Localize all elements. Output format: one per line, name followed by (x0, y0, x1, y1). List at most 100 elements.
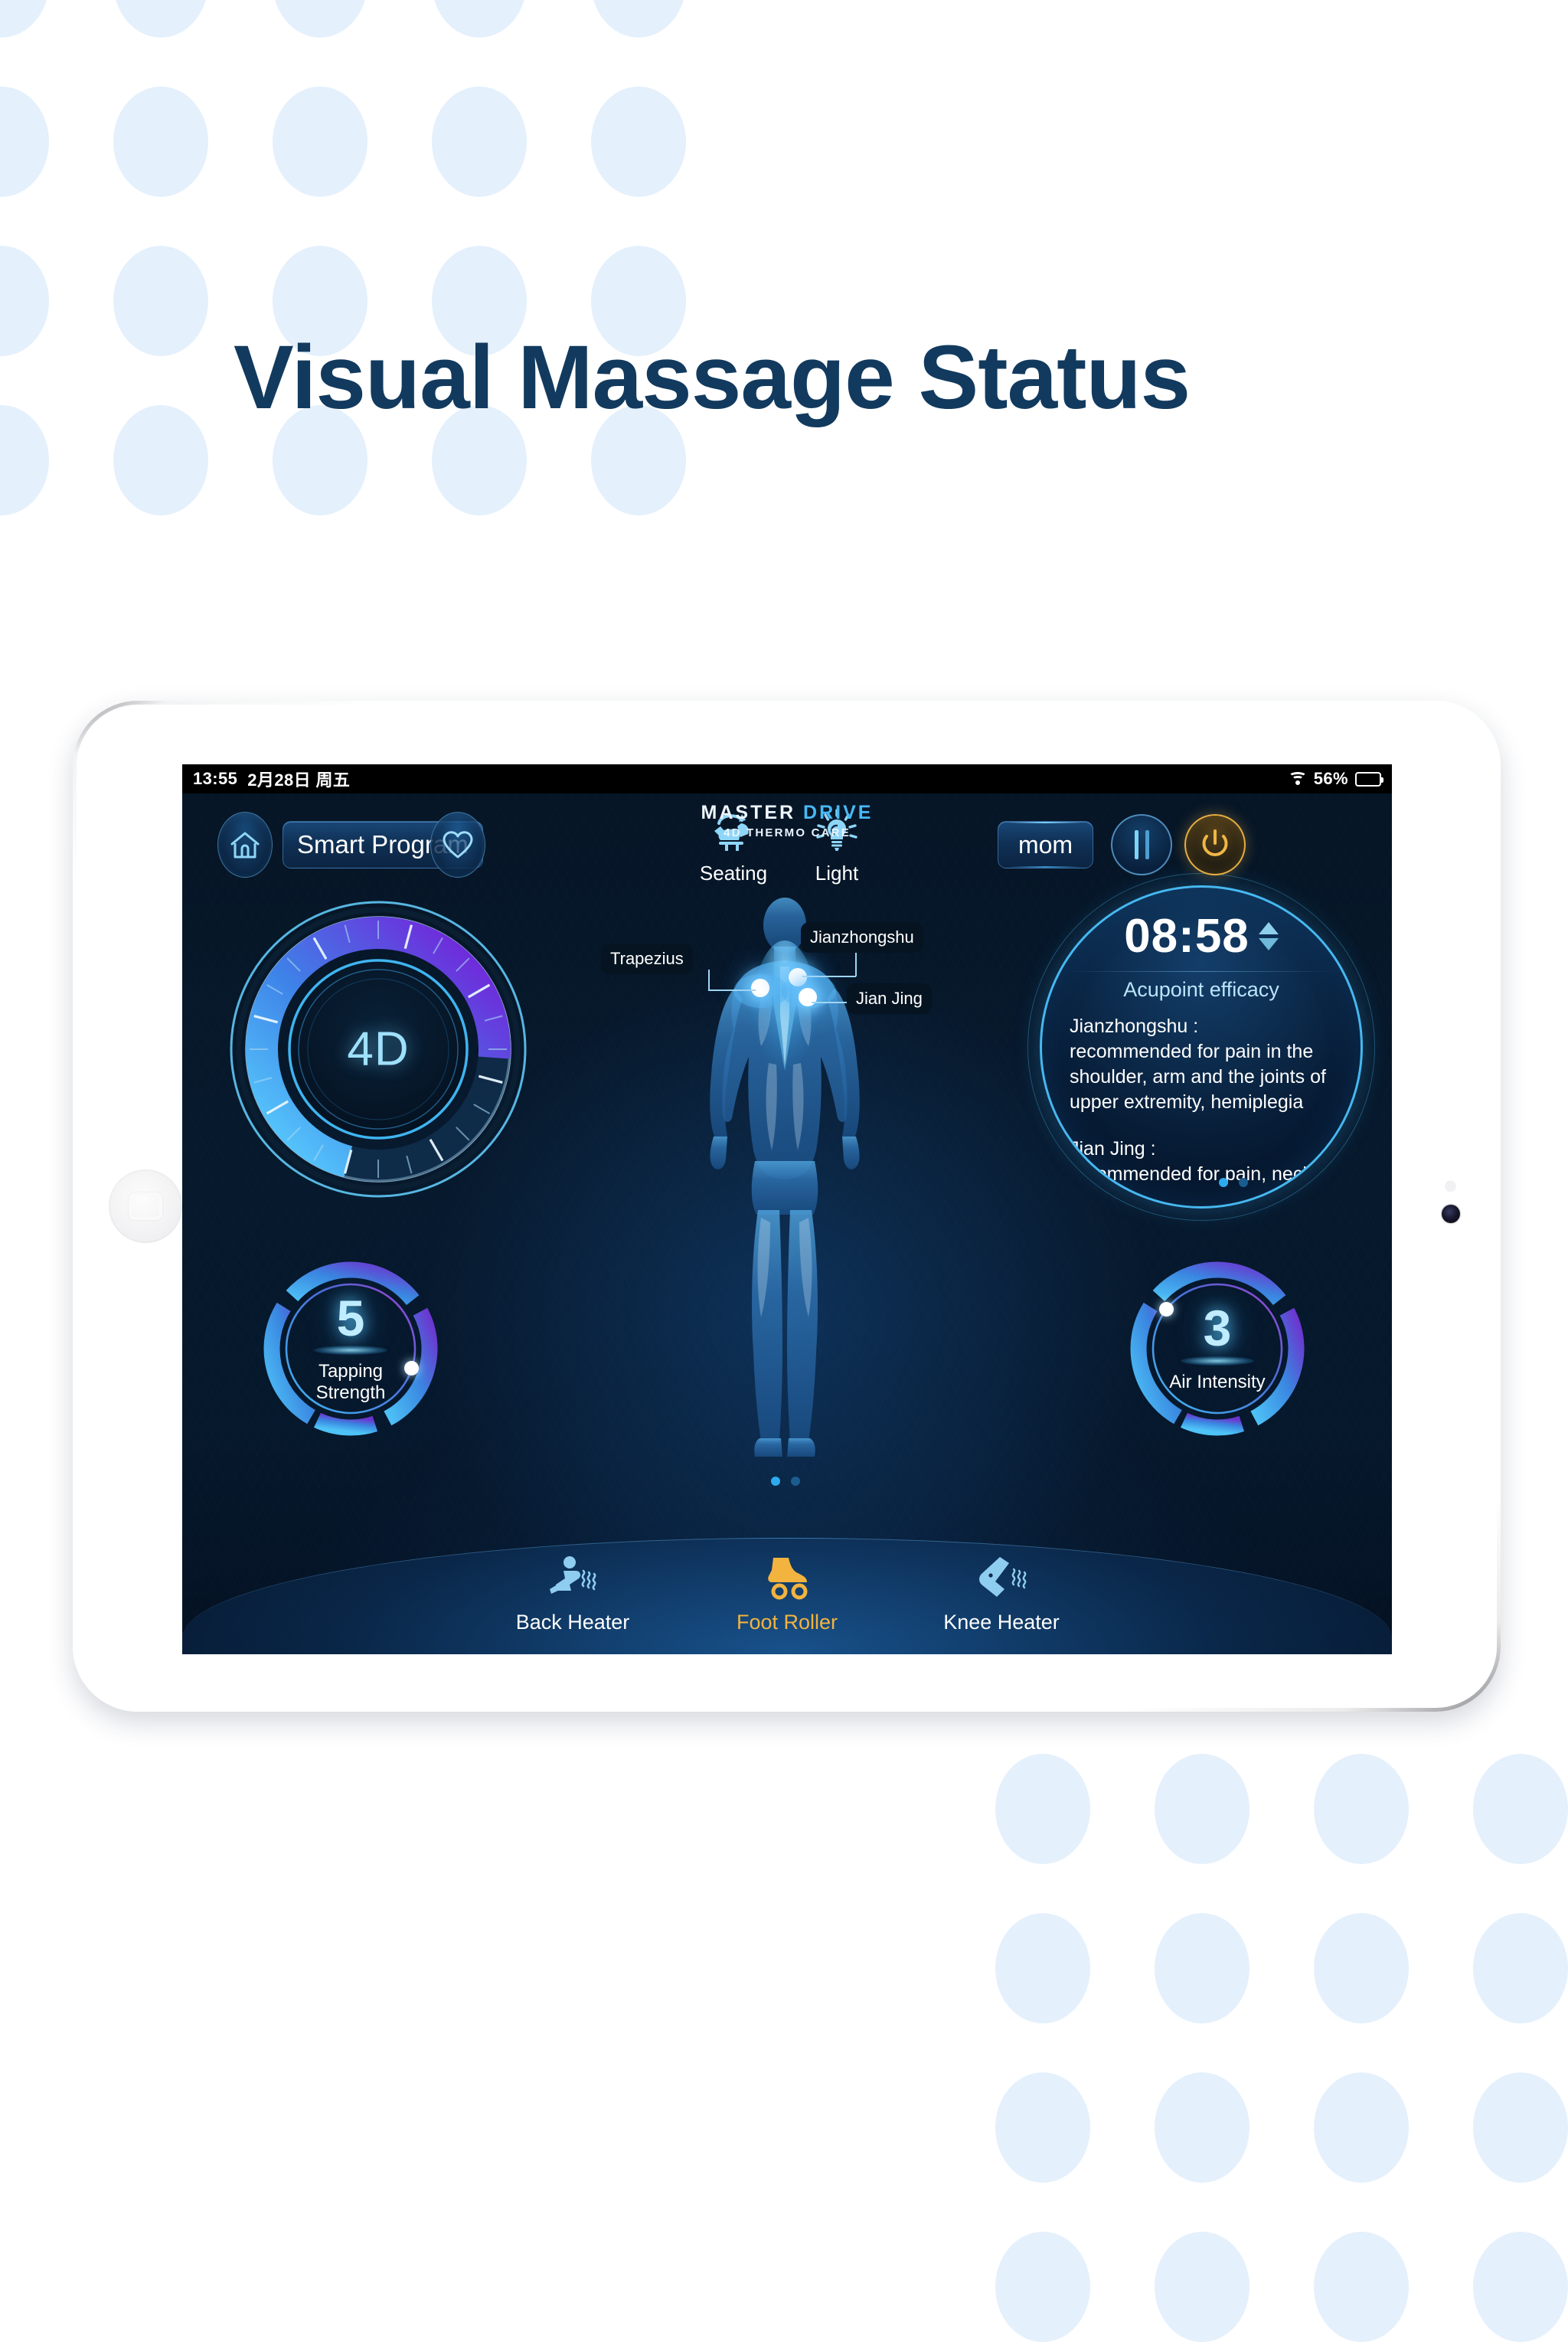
brand-banner: MASTER DRIVE 4D THERMO CARE (665, 796, 910, 848)
decorative-dot (1473, 1913, 1568, 2023)
info-panel-subtitle: Acupoint efficacy (1123, 978, 1279, 1001)
decorative-dot (273, 87, 368, 197)
decorative-dot (1473, 2232, 1568, 2342)
info-divider (1065, 971, 1338, 972)
front-camera-icon (1442, 1205, 1460, 1223)
home-icon (230, 832, 260, 859)
leader-line-trapezius-vertical (708, 970, 710, 990)
decorative-dot (113, 0, 208, 38)
status-time: 13:55 (193, 769, 238, 788)
tapping-strength-value: 5 (336, 1289, 365, 1346)
triangle-up-icon[interactable] (1258, 922, 1279, 934)
timer-stepper[interactable] (1258, 922, 1279, 950)
decorative-dot (1155, 1913, 1250, 2023)
session-timer[interactable]: 08:58 (1124, 909, 1279, 963)
power-icon (1202, 829, 1228, 856)
acupoint-marker-trapezius[interactable] (751, 979, 769, 997)
decorative-dot (432, 87, 527, 197)
tapping-strength-dial[interactable]: 5 Tapping Strength (260, 1258, 441, 1439)
decorative-dot (0, 87, 49, 197)
intensity-gauge-4d[interactable]: 4D (207, 896, 550, 1202)
ambient-sensor-icon (1445, 1180, 1456, 1192)
acupoint-marker-jianjing[interactable] (799, 988, 817, 1006)
decorative-dot (113, 87, 208, 197)
brand-word-drive: DRIVE (803, 801, 874, 823)
acupoint-label-trapezius: Trapezius (601, 944, 693, 974)
gauge-4d-value: 4D (347, 1022, 410, 1076)
acupoint-label-jianzhongshu: Jianzhongshu (801, 922, 923, 953)
home-button-icon[interactable] (109, 1169, 182, 1243)
decorative-dot (1473, 1754, 1568, 1864)
decorative-dot (995, 2072, 1090, 2183)
status-bar: 13:55 2月28日 周五 56% (182, 764, 1392, 793)
page-dot-1[interactable] (770, 1477, 780, 1486)
decorative-dot (1314, 1913, 1409, 2023)
timer-value: 08:58 (1124, 910, 1250, 963)
acupoint-entry-name-0: Jianzhongshu : (1070, 1016, 1199, 1037)
home-button[interactable] (217, 812, 273, 878)
pause-button[interactable] (1111, 814, 1172, 875)
status-date: 2月28日 周五 (247, 770, 351, 790)
favorite-button[interactable] (430, 812, 485, 878)
profile-button[interactable]: mom (998, 821, 1093, 868)
decorative-dot (1314, 2072, 1409, 2183)
decorative-dot (591, 87, 686, 197)
knee-heat-icon (974, 1551, 1029, 1603)
air-intensity-dial[interactable]: 3 Air Intensity (1127, 1258, 1308, 1439)
pause-icon (1134, 830, 1138, 859)
brand-word-master: MASTER (701, 801, 796, 823)
decorative-dot (113, 246, 208, 356)
decorative-dot (995, 1754, 1090, 1864)
decorative-dot (995, 1913, 1090, 2023)
knee-heater-label: Knee Heater (943, 1611, 1060, 1634)
page-dot-2[interactable] (790, 1477, 800, 1486)
air-dial-knob[interactable] (1159, 1301, 1174, 1317)
tapping-strength-label: Tapping Strength (315, 1361, 386, 1403)
light-label: Light (815, 862, 859, 885)
triangle-down-icon[interactable] (1258, 938, 1279, 950)
decorative-dot (0, 0, 49, 38)
roller-skate-icon (760, 1551, 815, 1603)
tab-knee-heater[interactable]: Knee Heater (917, 1551, 1086, 1634)
decorative-dot (1314, 2232, 1409, 2342)
decorative-dot (113, 405, 208, 515)
heart-icon (443, 831, 473, 859)
tab-back-heater[interactable]: Back Heater (488, 1551, 657, 1634)
leader-line-jianjing (812, 1002, 850, 1003)
decorative-dot (0, 405, 49, 515)
battery-icon (1355, 771, 1383, 787)
acupoint-info-panel: 08:58 Acupoint efficacy Jianzhongshu : r… (1040, 885, 1363, 1209)
acupoint-marker-jianzhongshu[interactable] (789, 968, 807, 986)
acupoint-entry-name-1: Jian Jing : (1070, 1138, 1156, 1160)
air-value-glow (1181, 1356, 1254, 1366)
info-panel-page-dots[interactable] (1219, 1178, 1248, 1187)
back-heater-label: Back Heater (515, 1611, 630, 1634)
info-page-dot-2[interactable] (1239, 1178, 1248, 1187)
leader-line-trapezius (708, 989, 756, 991)
acupoint-label-jianjing: Jian Jing (847, 983, 932, 1014)
seated-person-heat-icon (545, 1551, 600, 1603)
air-intensity-label: Air Intensity (1169, 1372, 1266, 1393)
decorative-dot (591, 0, 686, 38)
foot-roller-label: Foot Roller (736, 1611, 838, 1634)
brand-tagline: 4D THERMO CARE (724, 826, 851, 839)
body-figure-page-dots[interactable] (770, 1477, 800, 1486)
decorative-dot (1473, 2072, 1568, 2183)
air-intensity-value: 3 (1203, 1300, 1232, 1357)
decorative-dot (1155, 2072, 1250, 2183)
info-page-dot-1[interactable] (1219, 1178, 1228, 1187)
decorative-dot (432, 0, 527, 38)
tapping-value-glow (314, 1346, 387, 1356)
seating-label: Seating (699, 862, 768, 885)
page-title: Visual Massage Status (234, 327, 1191, 428)
tablet-device: 13:55 2月28日 周五 56% MASTER DRIVE 4D THERM… (73, 701, 1501, 1712)
tab-foot-roller[interactable]: Foot Roller (703, 1551, 871, 1634)
decorative-dot (1314, 1754, 1409, 1864)
decorative-dot (995, 2232, 1090, 2342)
decorative-dot (1155, 2232, 1250, 2342)
body-figure-panel[interactable]: Trapezius Jianzhongshu Jian Jing (601, 893, 932, 1506)
power-button[interactable] (1184, 814, 1246, 875)
pause-icon-bar2 (1145, 830, 1149, 859)
wifi-icon (1288, 771, 1307, 787)
battery-percent-label: 56% (1313, 769, 1348, 788)
